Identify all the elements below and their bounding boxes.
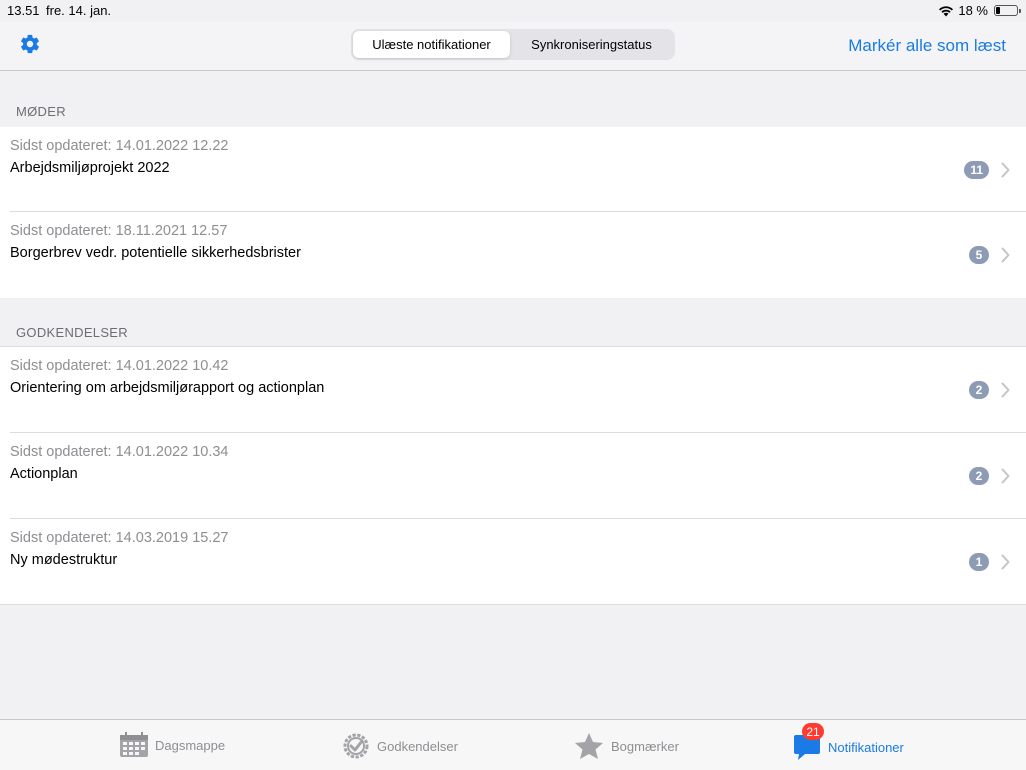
list-item-updated: Sidst opdateret: 14.01.2022 12.22 — [10, 138, 229, 154]
list-item[interactable]: Sidst opdateret: 14.01.2022 10.42 Orient… — [0, 347, 1026, 433]
calendar-icon — [120, 732, 148, 757]
list-item[interactable]: Sidst opdateret: 14.03.2019 15.27 Ny mød… — [0, 519, 1026, 605]
list-item-updated: Sidst opdateret: 14.03.2019 15.27 — [10, 530, 229, 546]
count-badge: 2 — [969, 467, 989, 485]
gear-icon[interactable] — [19, 33, 41, 55]
section-header-meetings: MØDER — [16, 104, 66, 119]
count-badge: 11 — [964, 161, 989, 179]
tab-notifikationer[interactable]: 21 Notifikationer — [792, 723, 904, 762]
chevron-right-icon — [1001, 468, 1010, 484]
list-item-updated: Sidst opdateret: 18.11.2021 12.57 — [10, 223, 228, 239]
status-indicators: 18 % — [938, 3, 1021, 18]
list-item-title: Ny mødestruktur — [10, 552, 118, 568]
status-time: 13.51 — [7, 3, 40, 18]
count-badge: 5 — [969, 246, 989, 264]
tab-label: Notifikationer — [828, 739, 904, 755]
count-badge: 2 — [969, 381, 989, 399]
star-icon — [575, 733, 603, 759]
battery-text: 18 % — [958, 3, 988, 18]
segmented-control: Ulæste notifikationer Synkroniseringstat… — [351, 29, 675, 60]
notification-count-badge: 21 — [802, 723, 824, 740]
tab-bar: Dagsmappe Godkendelser Bogmærker 21 Noti… — [0, 719, 1026, 770]
tab-label: Godkendelser — [377, 738, 458, 754]
status-date: fre. 14. jan. — [46, 3, 112, 18]
chevron-right-icon — [1001, 162, 1010, 178]
battery-level — [996, 7, 1000, 14]
list-item-title: Borgerbrev vedr. potentielle sikkerhedsb… — [10, 245, 301, 261]
notification-list: MØDER Sidst opdateret: 14.01.2022 12.22 … — [0, 71, 1026, 719]
chevron-right-icon — [1001, 247, 1010, 263]
list-item[interactable]: Sidst opdateret: 14.01.2022 10.34 Action… — [0, 433, 1026, 519]
chevron-right-icon — [1001, 554, 1010, 570]
tab-sync-status[interactable]: Synkroniseringstatus — [510, 31, 673, 58]
count-badge: 1 — [969, 553, 989, 571]
wifi-icon — [939, 5, 954, 16]
notification-icon-wrap: 21 — [792, 723, 824, 762]
tab-godkendelser[interactable]: Godkendelser — [341, 732, 458, 760]
navigation-bar: Ulæste notifikationer Synkroniseringstat… — [0, 22, 1026, 71]
section-header-approvals: GODKENDELSER — [16, 325, 128, 340]
list-item[interactable]: Sidst opdateret: 18.11.2021 12.57 Borger… — [0, 212, 1026, 298]
battery-icon — [994, 5, 1021, 16]
tab-bogmaerker[interactable]: Bogmærker — [573, 732, 679, 760]
tab-unread-notifications[interactable]: Ulæste notifikationer — [353, 31, 510, 58]
tab-label: Bogmærker — [611, 738, 679, 754]
list-item[interactable]: Sidst opdateret: 14.01.2022 12.22 Arbejd… — [0, 127, 1026, 213]
list-item-title: Actionplan — [10, 466, 78, 482]
check-badge-icon — [343, 733, 369, 759]
tab-label: Dagsmappe — [155, 737, 226, 753]
tab-dagsmappe[interactable]: Dagsmappe — [119, 732, 225, 758]
list-item-title: Arbejdsmiljøprojekt 2022 — [10, 160, 170, 176]
list-item-updated: Sidst opdateret: 14.01.2022 10.42 — [10, 358, 229, 374]
list-item-updated: Sidst opdateret: 14.01.2022 10.34 — [10, 444, 229, 460]
chevron-right-icon — [1001, 382, 1010, 398]
list-item-title: Orientering om arbejdsmiljørapport og ac… — [10, 380, 325, 396]
row-divider — [0, 604, 1026, 605]
mark-all-read-button[interactable]: Markér alle som læst — [848, 36, 1006, 56]
status-bar: 13.51 fre. 14. jan. 18 % — [0, 0, 1026, 22]
